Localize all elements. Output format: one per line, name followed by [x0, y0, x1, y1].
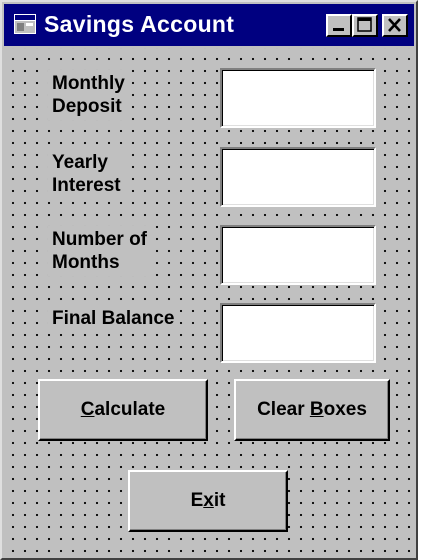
- yearly-interest-label: Yearly Interest: [48, 149, 125, 199]
- monthly-deposit-field[interactable]: [220, 68, 376, 128]
- monthly-deposit-label: Monthly Deposit: [48, 70, 129, 120]
- yearly-interest-label-line2: Interest: [52, 175, 121, 196]
- yearly-interest-label-line1: Yearly: [52, 152, 108, 173]
- form-client-area: Monthly Deposit Yearly Interest Number o…: [4, 48, 414, 556]
- number-of-months-label: Number of Months: [48, 226, 151, 276]
- calculate-button[interactable]: Calculate: [38, 379, 208, 441]
- monthly-deposit-label-line2: Deposit: [52, 96, 122, 117]
- exit-button[interactable]: Ex it: [128, 470, 288, 532]
- clear-boxes-button[interactable]: Clear Boxes: [234, 379, 390, 441]
- exit-label-rest: it: [213, 490, 226, 511]
- close-icon: [388, 18, 401, 32]
- exit-accel: x: [203, 490, 214, 511]
- calculate-accel: C: [80, 399, 95, 420]
- close-button[interactable]: [382, 14, 408, 37]
- app-window-icon[interactable]: [14, 14, 36, 34]
- window-title: Savings Account: [44, 11, 235, 37]
- maximize-icon: [357, 17, 372, 32]
- number-of-months-label-line1: Number of: [52, 229, 147, 250]
- final-balance-field[interactable]: [220, 303, 376, 363]
- minimize-button[interactable]: [326, 14, 352, 37]
- maximize-button[interactable]: [352, 14, 378, 37]
- monthly-deposit-label-line1: Monthly: [52, 73, 125, 94]
- number-of-months-field[interactable]: [220, 225, 376, 285]
- clear-boxes-accel: B: [309, 399, 324, 420]
- title-bar[interactable]: Savings Account: [4, 4, 414, 46]
- clear-boxes-label-rest: oxes: [323, 399, 367, 420]
- savings-account-window: Savings Account Monthly Deposit Yearly I…: [0, 0, 418, 560]
- final-balance-label: Final Balance: [48, 305, 179, 332]
- yearly-interest-field[interactable]: [220, 147, 376, 207]
- clear-boxes-label-pre: Clear: [257, 399, 310, 420]
- calculate-label: alculate: [94, 399, 166, 420]
- number-of-months-label-line2: Months: [52, 252, 120, 273]
- exit-label-pre: E: [190, 490, 204, 511]
- minimize-icon: [333, 28, 344, 31]
